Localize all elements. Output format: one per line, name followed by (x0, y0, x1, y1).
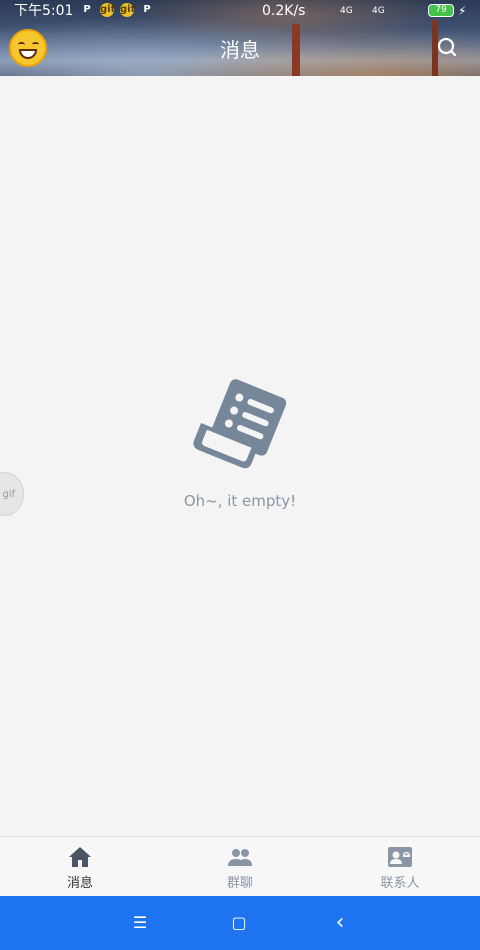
signal-4g-label: 4G (340, 6, 353, 16)
document-empty-icon (193, 379, 287, 469)
back-icon[interactable]: ‹ (327, 910, 353, 936)
status-time: 下午5:01 (14, 3, 74, 19)
notification-icons: P gif gif P (80, 3, 154, 17)
contact-card-icon (388, 847, 412, 867)
home-button-icon[interactable]: ▢ (226, 910, 252, 936)
tab-contacts[interactable]: 联系人 (320, 837, 480, 896)
empty-message: Oh~, it empty! (183, 492, 297, 510)
empty-state: Oh~, it empty! (0, 378, 480, 510)
parking-app-icon: P (83, 4, 91, 15)
home-icon (69, 847, 91, 867)
tab-label: 消息 (66, 876, 93, 891)
tab-messages[interactable]: 消息 (0, 837, 160, 896)
search-icon[interactable] (437, 37, 457, 57)
parking-app-icon: P (143, 4, 151, 15)
app-header: 下午5:01 P gif gif P 0.2K/s 4G 4G 79 ⚡ 消息 (0, 0, 480, 76)
system-navigation-bar: ☰ ▢ ‹ (0, 896, 480, 950)
tab-group-chat[interactable]: 群聊 (160, 837, 320, 896)
tab-label: 联系人 (380, 876, 420, 891)
menu-icon[interactable]: ☰ (127, 910, 153, 936)
page-title: 消息 (220, 38, 260, 62)
charging-icon: ⚡ (458, 4, 467, 18)
gif-app-icon: gif (120, 3, 135, 17)
network-speed: 0.2K/s (262, 3, 306, 19)
battery-icon: 79 (428, 4, 454, 17)
tab-label: 群聊 (226, 876, 253, 891)
group-icon (228, 849, 252, 866)
status-bar: 下午5:01 P gif gif P 0.2K/s 4G 4G 79 ⚡ (0, 0, 480, 22)
bottom-tab-bar: 消息 群聊 联系人 (0, 836, 480, 896)
signal-4g-label: 4G (372, 6, 385, 16)
gif-app-icon: gif (100, 3, 115, 17)
